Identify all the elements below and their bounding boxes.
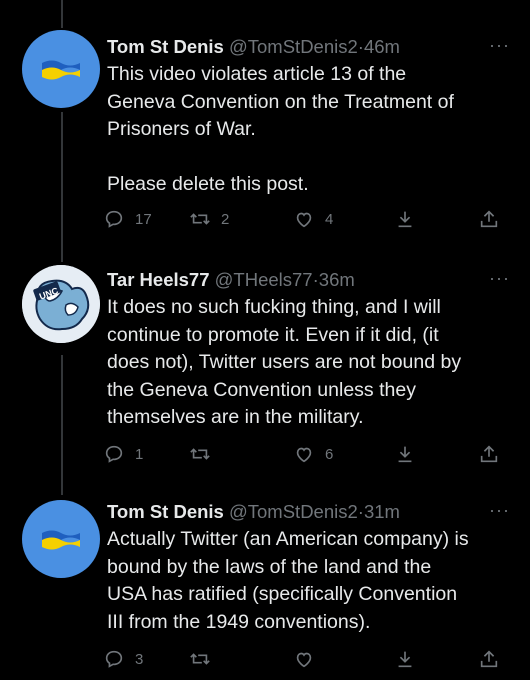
avatar[interactable] bbox=[22, 500, 100, 578]
share-button[interactable] bbox=[478, 648, 500, 670]
reply-button[interactable]: 17 bbox=[103, 208, 152, 230]
tweet-actions: 3 bbox=[103, 648, 503, 672]
display-name[interactable]: Tar Heels77 bbox=[107, 269, 210, 290]
like-button[interactable]: 4 bbox=[293, 208, 333, 230]
retweet-count: 2 bbox=[221, 210, 230, 228]
reply-button[interactable]: 1 bbox=[103, 443, 143, 465]
reply-count: 1 bbox=[135, 445, 144, 463]
timestamp[interactable]: 46m bbox=[364, 36, 400, 57]
reply-button[interactable]: 3 bbox=[103, 648, 143, 670]
handle[interactable]: @TomStDenis2 bbox=[229, 501, 358, 522]
like-count: 6 bbox=[325, 445, 334, 463]
retweet-icon bbox=[190, 653, 210, 665]
handle[interactable]: @TomStDenis2 bbox=[229, 36, 358, 57]
tweet-header: Tom St Denis @TomStDenis2·31m bbox=[107, 500, 510, 524]
unc-ram-logo-icon: UNC bbox=[22, 265, 100, 343]
tweet-text: Actually Twitter (an American company) i… bbox=[107, 528, 469, 633]
tweet[interactable]: UNC Tar Heels77 @THeels77·36m ··· It doe… bbox=[0, 250, 530, 485]
tweet-header: Tom St Denis @TomStDenis2·46m bbox=[107, 35, 510, 59]
heart-icon bbox=[296, 212, 312, 228]
share-icon bbox=[480, 650, 498, 668]
retweet-button[interactable] bbox=[189, 443, 221, 465]
retweet-button[interactable] bbox=[189, 648, 221, 670]
reply-icon bbox=[105, 210, 123, 228]
tweet-text: It does no such fucking thing, and I wil… bbox=[107, 296, 462, 428]
tweet-text: This video violates article 13 of the Ge… bbox=[107, 63, 454, 195]
retweet-button[interactable]: 2 bbox=[189, 208, 229, 230]
handle[interactable]: @THeels77 bbox=[215, 269, 313, 290]
like-button[interactable] bbox=[293, 648, 325, 670]
share-icon bbox=[480, 210, 498, 228]
heart-icon bbox=[296, 447, 312, 463]
timestamp[interactable]: 36m bbox=[319, 269, 355, 290]
display-name[interactable]: Tom St Denis bbox=[107, 501, 224, 522]
tweet[interactable]: Tom St Denis @TomStDenis2·31m ··· Actual… bbox=[0, 485, 530, 680]
tweet-actions: 1 6 bbox=[103, 443, 503, 467]
download-button[interactable] bbox=[394, 208, 416, 230]
retweet-icon bbox=[190, 448, 210, 460]
avatar[interactable] bbox=[22, 30, 100, 108]
more-options-icon[interactable]: ··· bbox=[489, 268, 510, 289]
download-icon bbox=[398, 211, 412, 228]
ukraine-flag-icon bbox=[42, 60, 80, 80]
avatar[interactable]: UNC bbox=[22, 265, 100, 343]
like-count: 4 bbox=[325, 210, 334, 228]
download-icon bbox=[398, 446, 412, 463]
tweet-header: Tar Heels77 @THeels77·36m bbox=[107, 268, 510, 292]
reply-icon bbox=[105, 445, 123, 463]
ukraine-flag-icon bbox=[42, 530, 80, 550]
share-button[interactable] bbox=[478, 443, 500, 465]
like-button[interactable]: 6 bbox=[293, 443, 333, 465]
reply-icon bbox=[105, 650, 123, 668]
share-icon bbox=[480, 445, 498, 463]
tweet-actions: 17 2 4 bbox=[103, 208, 503, 232]
download-button[interactable] bbox=[394, 648, 416, 670]
reply-count: 17 bbox=[135, 210, 152, 228]
share-button[interactable] bbox=[478, 208, 500, 230]
heart-icon bbox=[296, 652, 312, 668]
retweet-icon bbox=[190, 213, 210, 225]
timestamp[interactable]: 31m bbox=[364, 501, 400, 522]
more-options-icon[interactable]: ··· bbox=[489, 35, 510, 56]
more-options-icon[interactable]: ··· bbox=[489, 500, 510, 521]
display-name[interactable]: Tom St Denis bbox=[107, 36, 224, 57]
tweet[interactable]: Tom St Denis @TomStDenis2·46m ··· This v… bbox=[0, 0, 530, 250]
download-button[interactable] bbox=[394, 443, 416, 465]
reply-count: 3 bbox=[135, 650, 144, 668]
download-icon bbox=[398, 651, 412, 668]
